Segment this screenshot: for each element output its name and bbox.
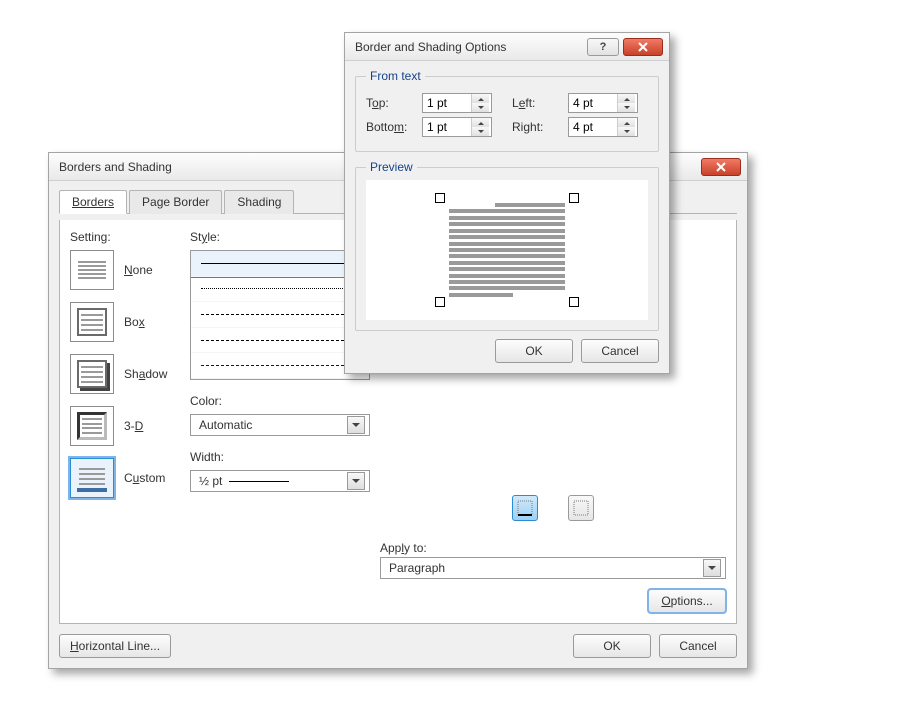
bottom-label: Bottom: bbox=[366, 120, 418, 134]
style-label: Style: bbox=[190, 230, 370, 244]
preview-area bbox=[366, 180, 648, 320]
top-input[interactable] bbox=[423, 94, 471, 112]
width-combo[interactable]: ½ pt bbox=[190, 470, 370, 492]
chevron-down-icon[interactable] bbox=[703, 559, 721, 577]
preview-legend: Preview bbox=[366, 160, 417, 174]
close-icon[interactable] bbox=[623, 38, 663, 56]
color-combo[interactable]: Automatic bbox=[190, 414, 370, 436]
from-text-group: From text Top: Bottom: bbox=[355, 69, 659, 152]
setting-label: Setting: bbox=[70, 230, 180, 244]
dialog-title: Borders and Shading bbox=[59, 160, 172, 174]
tab-page-border[interactable]: Page Border bbox=[129, 190, 222, 214]
width-label: Width: bbox=[190, 450, 370, 464]
chevron-down-icon[interactable] bbox=[347, 472, 365, 490]
cancel-button[interactable]: Cancel bbox=[581, 339, 659, 363]
top-spinner[interactable] bbox=[422, 93, 492, 113]
chevron-down-icon[interactable] bbox=[347, 416, 365, 434]
top-label: Top: bbox=[366, 96, 418, 110]
color-label: Color: bbox=[190, 394, 370, 408]
bottom-input[interactable] bbox=[423, 118, 471, 136]
apply-to-combo[interactable]: Paragraph bbox=[380, 557, 726, 579]
spin-down-icon[interactable] bbox=[472, 127, 489, 136]
spin-up-icon[interactable] bbox=[618, 118, 635, 127]
tab-borders[interactable]: Borders bbox=[59, 190, 127, 214]
spin-up-icon[interactable] bbox=[472, 94, 489, 103]
options-button[interactable]: Options... bbox=[648, 589, 726, 613]
titlebar: Border and Shading Options bbox=[345, 33, 669, 61]
horizontal-line-button[interactable]: Horizontal Line... bbox=[59, 634, 171, 658]
from-text-legend: From text bbox=[366, 69, 425, 83]
tab-shading[interactable]: Shading bbox=[224, 190, 294, 214]
left-label: Left: bbox=[512, 96, 564, 110]
preview-group: Preview bbox=[355, 160, 659, 331]
border-and-shading-options-dialog: Border and Shading Options From text Top… bbox=[344, 32, 670, 374]
ok-button[interactable]: OK bbox=[495, 339, 573, 363]
cancel-button[interactable]: Cancel bbox=[659, 634, 737, 658]
border-right-toggle[interactable] bbox=[568, 495, 594, 521]
dialog-title: Border and Shading Options bbox=[355, 40, 506, 54]
spin-down-icon[interactable] bbox=[618, 127, 635, 136]
close-icon[interactable] bbox=[701, 158, 741, 176]
setting-box[interactable]: Box bbox=[70, 302, 180, 342]
border-bottom-toggle[interactable] bbox=[512, 495, 538, 521]
spin-up-icon[interactable] bbox=[618, 94, 635, 103]
setting-3d[interactable]: 3-D bbox=[70, 406, 180, 446]
right-spinner[interactable] bbox=[568, 117, 638, 137]
ok-button[interactable]: OK bbox=[573, 634, 651, 658]
right-input[interactable] bbox=[569, 118, 617, 136]
left-spinner[interactable] bbox=[568, 93, 638, 113]
setting-custom[interactable]: Custom bbox=[70, 458, 180, 498]
setting-none[interactable]: None bbox=[70, 250, 180, 290]
bottom-spinner[interactable] bbox=[422, 117, 492, 137]
apply-to-label: Apply to: bbox=[380, 541, 726, 555]
style-list[interactable] bbox=[190, 250, 370, 380]
spin-up-icon[interactable] bbox=[472, 118, 489, 127]
right-label: Right: bbox=[512, 120, 564, 134]
setting-shadow[interactable]: Shadow bbox=[70, 354, 180, 394]
spin-down-icon[interactable] bbox=[472, 103, 489, 112]
spin-down-icon[interactable] bbox=[618, 103, 635, 112]
help-icon[interactable] bbox=[587, 38, 619, 56]
left-input[interactable] bbox=[569, 94, 617, 112]
